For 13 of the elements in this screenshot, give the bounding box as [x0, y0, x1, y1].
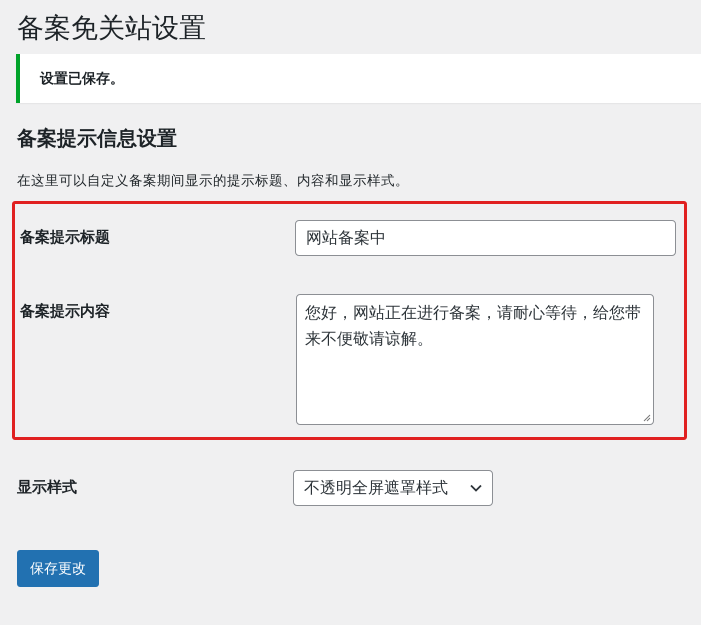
field-label: 备案提示标题 [18, 228, 111, 247]
style-select[interactable]: 不透明全屏遮罩样式 [293, 470, 493, 506]
section-heading: 备案提示信息设置 [17, 126, 177, 152]
chevron-icon [470, 484, 482, 492]
textarea-field[interactable]: 您好，网站正在进行备案，请耐心等待，给您带来不便敬请谅解。 [296, 294, 654, 425]
section-description: 在这里可以自定义备案期间显示的提示标题、内容和显示样式。 [17, 172, 410, 190]
field-label: 备案提示内容 [18, 302, 111, 321]
page-title: 备案免关站设置 [17, 12, 206, 45]
resize-grip-icon[interactable] [643, 414, 651, 422]
text-field[interactable]: 网站备案中 [295, 220, 676, 256]
notice-text: 设置已保存。 [40, 70, 124, 88]
save-button[interactable]: 保存更改 [17, 550, 99, 587]
field-label: 显示样式 [17, 478, 78, 497]
